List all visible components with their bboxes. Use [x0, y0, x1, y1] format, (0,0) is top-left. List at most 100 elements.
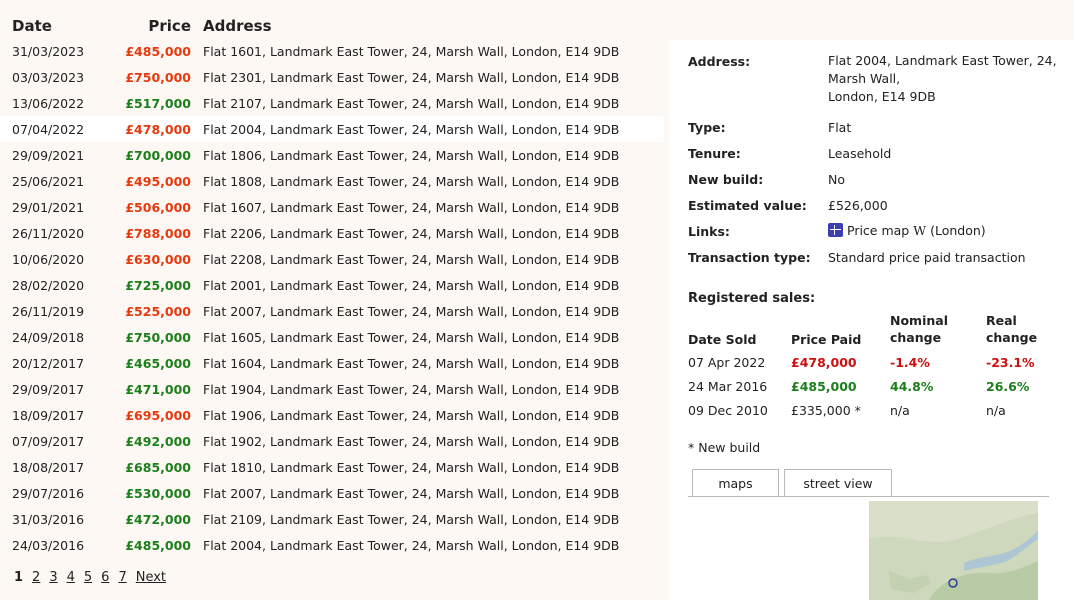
page-link-7[interactable]: 7: [118, 570, 126, 585]
page-link-3[interactable]: 3: [49, 570, 57, 585]
sale-address[interactable]: Flat 2301, Landmark East Tower, 24, Mars…: [191, 70, 664, 85]
page-link-4[interactable]: 4: [67, 570, 75, 585]
sale-date: 18/09/2017: [12, 407, 85, 423]
table-row[interactable]: 24/09/2018 £750,000 Flat 1605, Landmark Ea…: [0, 324, 664, 350]
table-row[interactable]: 31/03/2016 £472,000 Flat 2109, Landmark Ea…: [0, 506, 664, 532]
registered-sale-date: 07 Apr 2022: [688, 355, 766, 370]
sale-price: £478,000: [125, 121, 191, 137]
table-row[interactable]: 31/03/2023 £485,000 Flat 1601, Landmark Ea…: [0, 38, 664, 64]
price-column-header: Price: [148, 17, 191, 35]
new-build-footnote: * New build: [688, 440, 761, 455]
table-row[interactable]: 13/06/2022 £517,000 Flat 2107, Landmark Ea…: [0, 90, 664, 116]
table-row[interactable]: 20/12/2017 £465,000 Flat 1604, Landmark Ea…: [0, 350, 664, 376]
sale-date: 25/06/2021: [12, 173, 85, 189]
address-label: Address:: [688, 54, 751, 69]
registered-sale-real: -23.1%: [986, 355, 1035, 370]
tab-street-view[interactable]: street view: [784, 469, 892, 496]
sale-address[interactable]: Flat 2206, Landmark East Tower, 24, Mars…: [191, 226, 664, 241]
sale-date: 07/09/2017: [12, 433, 85, 449]
table-row[interactable]: 29/09/2021 £700,000 Flat 1806, Landmark Ea…: [0, 142, 664, 168]
address-column-header: Address: [203, 17, 272, 35]
sale-date: 07/04/2022: [12, 121, 85, 137]
price-map-link[interactable]: Price map: [828, 223, 909, 238]
wikipedia-link[interactable]: W (London): [913, 223, 985, 238]
sale-address[interactable]: Flat 2004, Landmark East Tower, 24, Mars…: [191, 538, 664, 553]
sale-address[interactable]: Flat 1605, Landmark East Tower, 24, Mars…: [191, 330, 664, 345]
table-row[interactable]: 26/11/2020 £788,000 Flat 2206, Landmark Ea…: [0, 220, 664, 246]
sale-price: £788,000: [125, 225, 191, 241]
table-row[interactable]: 28/02/2020 £725,000 Flat 2001, Landmark Ea…: [0, 272, 664, 298]
sale-price: £517,000: [125, 95, 191, 111]
table-row[interactable]: 18/08/2017 £685,000 Flat 1810, Landmark Ea…: [0, 454, 664, 480]
page-link-6[interactable]: 6: [101, 570, 109, 585]
sale-date: 31/03/2016: [12, 511, 85, 527]
table-row[interactable]: 03/03/2023 £750,000 Flat 2301, Landmark Ea…: [0, 64, 664, 90]
address-line-1: Flat 2004, Landmark East Tower, 24,: [828, 53, 1057, 68]
table-row[interactable]: 29/09/2017 £471,000 Flat 1904, Landmark Ea…: [0, 376, 664, 402]
wikipedia-icon: W: [913, 223, 927, 238]
type-label: Type:: [688, 120, 726, 135]
property-details-panel: Address: Flat 2004, Landmark East Tower,…: [669, 40, 1074, 600]
sale-address[interactable]: Flat 1601, Landmark East Tower, 24, Mars…: [191, 44, 664, 59]
table-row[interactable]: 29/07/2016 £530,000 Flat 2007, Landmark Ea…: [0, 480, 664, 506]
price-map-label: Price map: [847, 223, 910, 238]
sale-price: £485,000: [125, 43, 191, 59]
sale-address[interactable]: Flat 2007, Landmark East Tower, 24, Mars…: [191, 486, 664, 501]
table-row[interactable]: 29/01/2021 £506,000 Flat 1607, Landmark Ea…: [0, 194, 664, 220]
sale-address[interactable]: Flat 1806, Landmark East Tower, 24, Mars…: [191, 148, 664, 163]
location-map[interactable]: [869, 501, 1038, 600]
sale-address[interactable]: Flat 2007, Landmark East Tower, 24, Mars…: [191, 304, 664, 319]
next-page-link[interactable]: Next: [136, 570, 166, 585]
table-row[interactable]: 25/06/2021 £495,000 Flat 1808, Landmark Ea…: [0, 168, 664, 194]
transaction-type-value: Standard price paid transaction: [828, 250, 1026, 265]
map-graphic: [869, 501, 1038, 600]
sale-address[interactable]: Flat 1906, Landmark East Tower, 24, Mars…: [191, 408, 664, 423]
page-link-2[interactable]: 2: [32, 570, 40, 585]
sale-address[interactable]: Flat 1902, Landmark East Tower, 24, Mars…: [191, 434, 664, 449]
sale-address[interactable]: Flat 1810, Landmark East Tower, 24, Mars…: [191, 460, 664, 475]
transaction-type-label: Transaction type:: [688, 250, 811, 265]
sale-address[interactable]: Flat 2109, Landmark East Tower, 24, Mars…: [191, 512, 664, 527]
tab-divider: [688, 496, 1049, 497]
registered-sale-price: £335,000 *: [791, 403, 861, 418]
table-row[interactable]: 26/11/2019 £525,000 Flat 2007, Landmark Ea…: [0, 298, 664, 324]
estimated-value-label: Estimated value:: [688, 198, 807, 213]
sale-date: 13/06/2022: [12, 95, 85, 111]
table-row[interactable]: 07/09/2017 £492,000 Flat 1902, Landmark Ea…: [0, 428, 664, 454]
sale-date: 31/03/2023: [12, 43, 85, 59]
links-value: Price map W (London): [828, 222, 986, 240]
page-link-5[interactable]: 5: [84, 570, 92, 585]
sale-price: £685,000: [125, 459, 191, 475]
sale-date: 10/06/2020: [12, 251, 85, 267]
sale-address[interactable]: Flat 2001, Landmark East Tower, 24, Mars…: [191, 278, 664, 293]
sale-date: 29/07/2016: [12, 485, 85, 501]
sale-date: 28/02/2020: [12, 277, 85, 293]
sale-address[interactable]: Flat 1607, Landmark East Tower, 24, Mars…: [191, 200, 664, 215]
sale-date: 24/03/2016: [12, 537, 85, 553]
table-row[interactable]: 18/09/2017 £695,000 Flat 1906, Landmark Ea…: [0, 402, 664, 428]
sale-address[interactable]: Flat 1604, Landmark East Tower, 24, Mars…: [191, 356, 664, 371]
sale-address[interactable]: Flat 2208, Landmark East Tower, 24, Mars…: [191, 252, 664, 267]
sale-address[interactable]: Flat 2107, Landmark East Tower, 24, Mars…: [191, 96, 664, 111]
tab-maps[interactable]: maps: [692, 469, 779, 496]
registered-sale-nominal: -1.4%: [890, 355, 930, 370]
sale-address[interactable]: Flat 2004, Landmark East Tower, 24, Mars…: [191, 122, 664, 137]
nominal-header-line-1: Nominal: [890, 313, 948, 328]
page-link-1[interactable]: 1: [14, 570, 23, 585]
sale-address[interactable]: Flat 1904, Landmark East Tower, 24, Mars…: [191, 382, 664, 397]
sale-price: £700,000: [125, 147, 191, 163]
sale-price: £530,000: [125, 485, 191, 501]
sale-date: 03/03/2023: [12, 69, 85, 85]
table-row[interactable]: 10/06/2020 £630,000 Flat 2208, Landmark Ea…: [0, 246, 664, 272]
sale-date: 24/09/2018: [12, 329, 85, 345]
nominal-change-header: Nominal change: [890, 312, 948, 346]
table-row[interactable]: 07/04/2022 £478,000 Flat 2004, Landmark Ea…: [0, 116, 664, 142]
table-row[interactable]: 24/03/2016 £485,000 Flat 2004, Landmark Ea…: [0, 532, 664, 558]
type-value: Flat: [828, 120, 852, 135]
address-value: Flat 2004, Landmark East Tower, 24, Mars…: [828, 52, 1057, 106]
sale-address[interactable]: Flat 1808, Landmark East Tower, 24, Mars…: [191, 174, 664, 189]
nominal-header-line-2: change: [890, 330, 942, 345]
tenure-label: Tenure:: [688, 146, 741, 161]
sale-price: £750,000: [125, 69, 191, 85]
registered-sale-date: 09 Dec 2010: [688, 403, 768, 418]
